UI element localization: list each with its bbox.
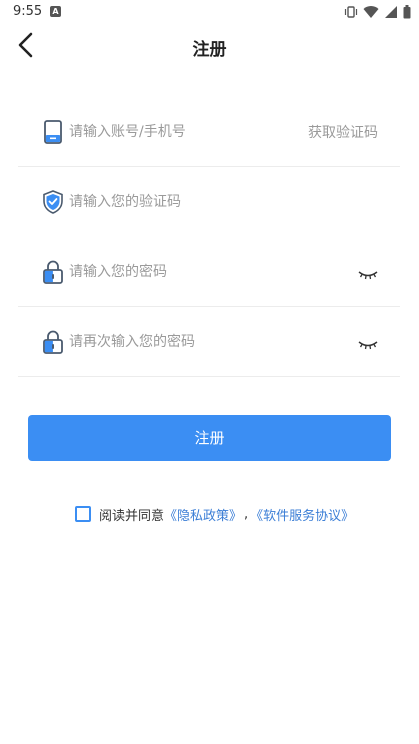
register-button[interactable]: 注册 xyxy=(28,415,391,461)
service-agreement-link[interactable]: 《软件服务协议》 xyxy=(250,505,354,524)
eye-closed-icon[interactable] xyxy=(358,336,378,350)
code-input[interactable] xyxy=(69,190,299,214)
vibrate-icon xyxy=(344,4,358,23)
status-icons xyxy=(344,4,411,23)
code-row xyxy=(18,167,400,237)
account-row: 获取验证码 xyxy=(18,97,400,167)
signal-icon xyxy=(384,4,398,23)
wifi-icon xyxy=(363,4,379,23)
agree-checkbox[interactable] xyxy=(75,506,91,522)
confirm-password-input[interactable] xyxy=(69,330,299,354)
status-time: 9:55 xyxy=(13,4,43,19)
get-code-button[interactable]: 获取验证码 xyxy=(308,122,378,142)
account-input[interactable] xyxy=(69,120,299,144)
shield-icon xyxy=(42,190,64,214)
lock-icon xyxy=(42,330,64,354)
agreement-separator: , xyxy=(244,506,249,522)
lock-icon xyxy=(42,260,64,284)
agreement-row: 阅读并同意 《隐私政策》 , 《软件服务协议》 xyxy=(75,503,354,525)
password-input[interactable] xyxy=(69,260,299,284)
privacy-policy-link[interactable]: 《隐私政策》 xyxy=(164,505,242,524)
battery-icon xyxy=(403,4,411,23)
agreement-prefix: 阅读并同意 xyxy=(99,508,165,524)
phone-icon xyxy=(42,120,64,144)
status-bar: 9:55 A xyxy=(0,0,419,24)
notification-icon: A xyxy=(50,6,61,17)
eye-closed-icon[interactable] xyxy=(358,266,378,280)
confirm-password-row xyxy=(18,307,400,377)
header: 注册 xyxy=(0,24,419,68)
page-title: 注册 xyxy=(192,40,227,60)
password-row xyxy=(18,237,400,307)
